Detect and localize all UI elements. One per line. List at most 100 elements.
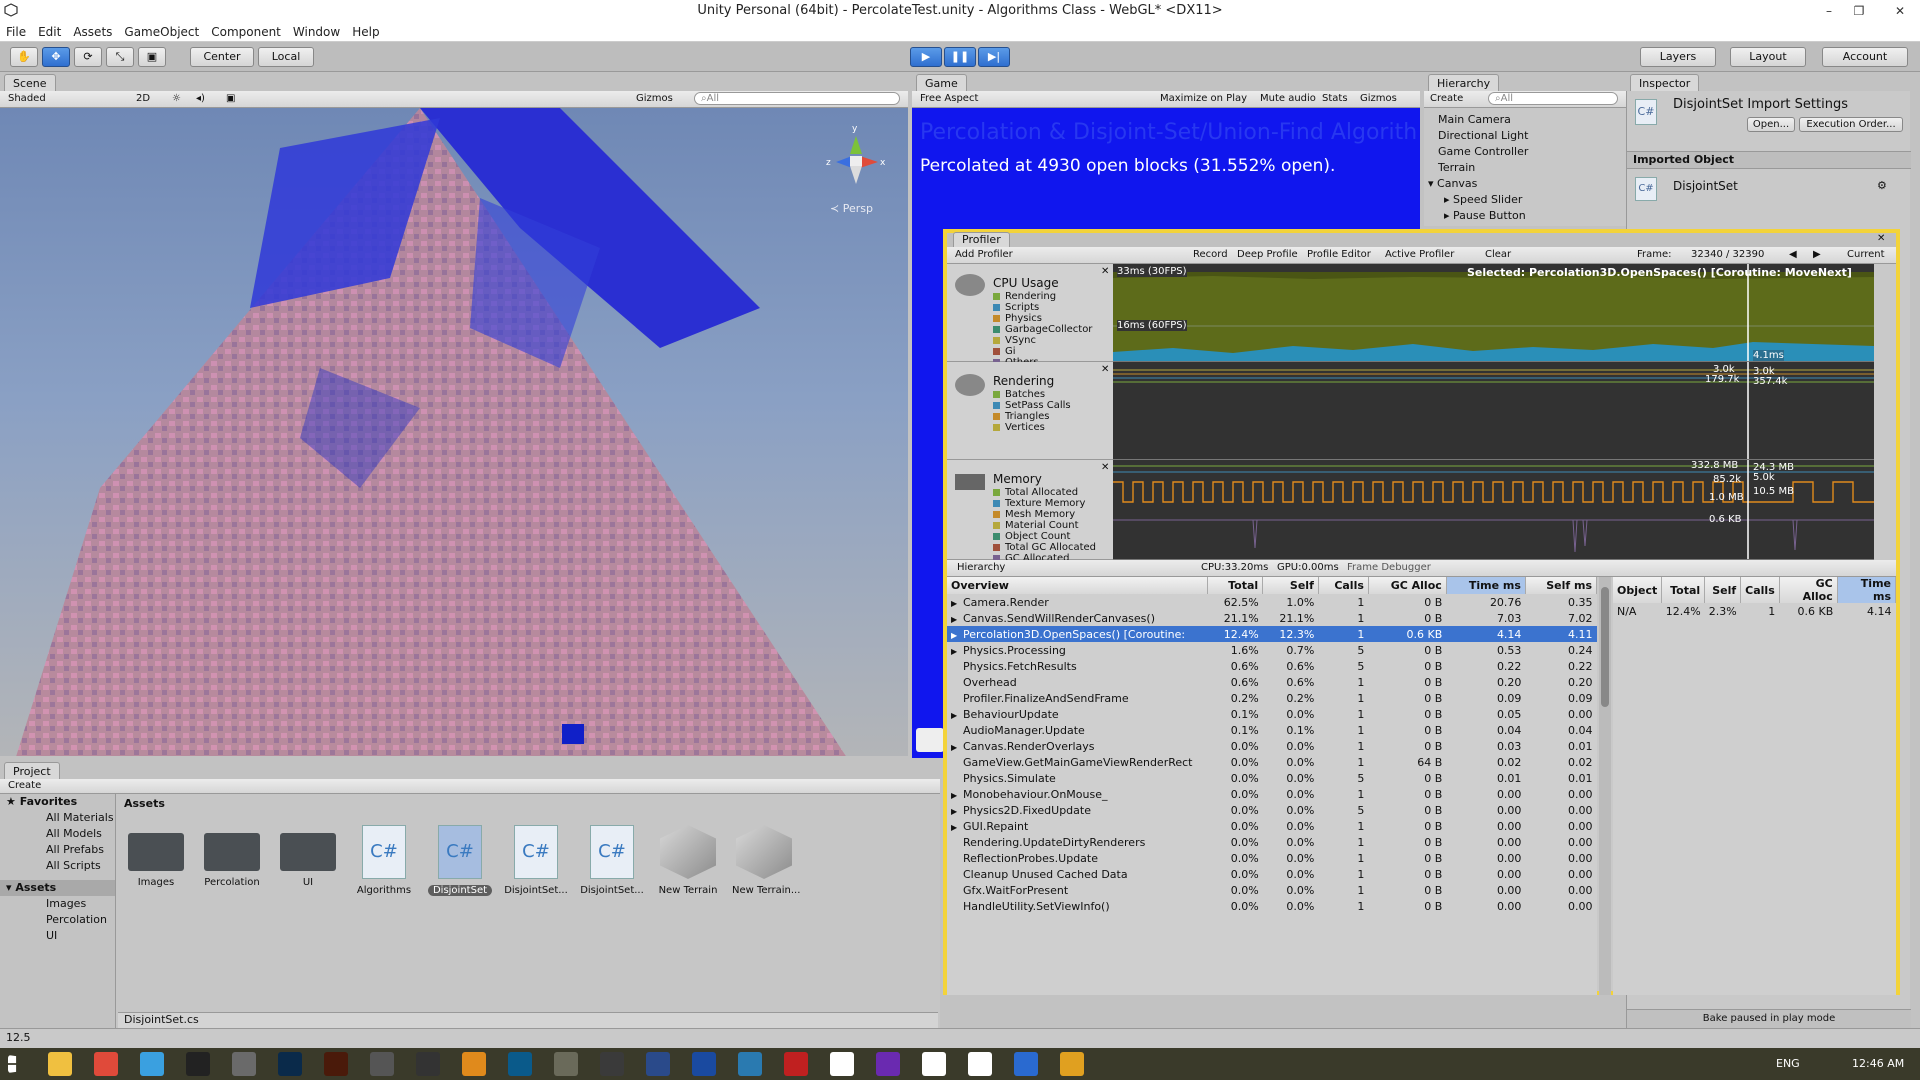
hierarchy-item[interactable]: ▸ Speed Slider	[1444, 192, 1626, 208]
maximize-button[interactable]: ❐	[1844, 0, 1874, 22]
hierarchy-item[interactable]: Directional Light	[1438, 128, 1626, 144]
layers-dropdown[interactable]: Layers	[1640, 47, 1716, 67]
taskbar-app-icon[interactable]	[1060, 1052, 1084, 1076]
profiler-row[interactable]: AudioManager.Update 0.1% 0.1% 1 0 B 0.04 0.04	[947, 722, 1597, 738]
assets-node[interactable]: ▾ Assets	[0, 880, 115, 896]
legend-mesh-memory[interactable]: Mesh Memory	[947, 509, 1113, 520]
profiler-row[interactable]: Physics.FetchResults 0.6% 0.6% 5 0 B 0.22 0.22	[947, 658, 1597, 674]
clear-button[interactable]: Clear	[1485, 247, 1511, 263]
hierarchy-mode-dropdown[interactable]: Hierarchy	[957, 560, 1005, 576]
next-frame-button[interactable]: ▶	[1813, 247, 1821, 263]
asset-folder[interactable]: Percolation	[0, 912, 115, 928]
legend-setpass[interactable]: SetPass Calls	[947, 400, 1113, 411]
move-tool-icon[interactable]: ✥	[42, 47, 70, 67]
taskbar-app-icon[interactable]	[48, 1052, 72, 1076]
profiler-row[interactable]: ▶ GUI.Repaint 0.0% 0.0% 1 0 B 0.00 0.00	[947, 818, 1597, 834]
profiler-row[interactable]: Profiler.FinalizeAndSendFrame 0.2% 0.2% 1 0 …	[947, 690, 1597, 706]
taskbar-app-icon[interactable]	[324, 1052, 348, 1076]
overview-scrollbar[interactable]	[1599, 577, 1611, 995]
active-profiler-dropdown[interactable]: Active Profiler	[1385, 247, 1454, 263]
favorite-item[interactable]: All Scripts	[0, 858, 115, 874]
hierarchy-item[interactable]: Terrain	[1438, 160, 1626, 176]
asset-item[interactable]: Images	[124, 825, 188, 905]
close-button[interactable]: ✕	[1880, 0, 1920, 22]
taskbar-app-icon[interactable]	[140, 1052, 164, 1076]
taskbar-app-icon[interactable]	[646, 1052, 670, 1076]
legend-total-allocated[interactable]: Total Allocated	[947, 487, 1113, 498]
expand-arrow-icon[interactable]: ▶	[951, 599, 963, 608]
clock[interactable]: 12:46 AM	[1852, 1057, 1904, 1070]
game-gizmos-dropdown[interactable]: Gizmos	[1360, 91, 1397, 107]
taskbar-app-icon[interactable]	[462, 1052, 486, 1076]
profiler-row[interactable]: HandleUtility.SetViewInfo() 0.0% 0.0% 1 0 B 0…	[947, 898, 1597, 914]
taskbar-app-icon[interactable]	[784, 1052, 808, 1076]
menu-window[interactable]: Window	[287, 22, 346, 42]
taskbar-app-icon[interactable]	[232, 1052, 256, 1076]
remove-area-icon[interactable]: ✕	[1101, 364, 1109, 375]
legend-texture-memory[interactable]: Texture Memory	[947, 498, 1113, 509]
mute-audio-toggle[interactable]: Mute audio	[1260, 91, 1316, 107]
legend-object-count[interactable]: Object Count	[947, 531, 1113, 542]
profiler-row[interactable]: ▶ BehaviourUpdate 0.1% 0.0% 1 0 B 0.05 0.00	[947, 706, 1597, 722]
profiler-row[interactable]: Overhead 0.6% 0.6% 1 0 B 0.20 0.20	[947, 674, 1597, 690]
overview-column-header[interactable]: GC Alloc	[1368, 577, 1447, 594]
profiler-row[interactable]: ▶ Canvas.SendWillRenderCanvases() 21.1% 21.…	[947, 610, 1597, 626]
menu-gameobject[interactable]: GameObject	[118, 22, 205, 42]
overview-column-header[interactable]: Time ms	[1446, 577, 1526, 594]
play-button[interactable]: ▶	[910, 47, 942, 67]
scale-tool-icon[interactable]: ⤡	[106, 47, 134, 67]
assets-breadcrumb[interactable]: Assets	[124, 797, 165, 810]
asset-item[interactable]: C# DisjointSet...	[504, 825, 568, 905]
cpu-graph[interactable]: 33ms (30FPS) 16ms (60FPS) Selected: Perc…	[1113, 264, 1874, 362]
profiler-row[interactable]: ▶ Physics2D.FixedUpdate 0.0% 0.0% 5 0 B 0.00 0.…	[947, 802, 1597, 818]
profile-editor-toggle[interactable]: Profile Editor	[1307, 247, 1371, 263]
tab-scene[interactable]: Scene	[4, 74, 56, 92]
maximize-on-play-toggle[interactable]: Maximize on Play	[1160, 91, 1247, 107]
execution-order-button[interactable]: Execution Order...	[1799, 117, 1903, 132]
profiler-row[interactable]: ▶ Percolation3D.OpenSpaces() [Coroutine: 1…	[947, 626, 1597, 642]
detail-column-header[interactable]: Calls	[1740, 577, 1780, 603]
menu-assets[interactable]: Assets	[67, 22, 118, 42]
taskbar-app-icon[interactable]	[876, 1052, 900, 1076]
favorite-item[interactable]: All Materials	[0, 810, 115, 826]
menu-file[interactable]: File	[0, 22, 32, 42]
hierarchy-search-input[interactable]: ⌕All	[1488, 92, 1618, 105]
legend-triangles[interactable]: Triangles	[947, 411, 1113, 422]
cpu-usage-area[interactable]: CPU Usage ✕ Rendering Scripts Physics Ga…	[947, 264, 1113, 368]
scrollbar-thumb[interactable]	[1601, 587, 1609, 707]
pause-button[interactable]: ❚❚	[944, 47, 976, 67]
tab-inspector[interactable]: Inspector	[1630, 74, 1700, 92]
asset-item[interactable]: C# Algorithms	[352, 825, 416, 905]
step-button[interactable]: ▶|	[978, 47, 1010, 67]
taskbar-app-icon[interactable]	[968, 1052, 992, 1076]
hierarchy-item-canvas[interactable]: ▾ Canvas	[1428, 176, 1626, 192]
profiler-row[interactable]: Rendering.UpdateDirtyRenderers 0.0% 0.0% 1 0…	[947, 834, 1597, 850]
taskbar-app-icon[interactable]	[416, 1052, 440, 1076]
expand-arrow-icon[interactable]: ▶	[951, 823, 963, 832]
profiler-row[interactable]: ▶ Camera.Render 62.5% 1.0% 1 0 B 20.76 0.35	[947, 594, 1597, 610]
legend-physics[interactable]: Physics	[947, 313, 1113, 324]
detail-column-header[interactable]: Total	[1661, 577, 1706, 603]
collapsed-arrow-icon[interactable]: ▸	[1444, 193, 1453, 206]
taskbar-app-icon[interactable]	[94, 1052, 118, 1076]
prev-frame-button[interactable]: ◀	[1789, 247, 1797, 263]
current-frame-button[interactable]: Current	[1847, 247, 1885, 263]
profiler-row[interactable]: ReflectionProbes.Update 0.0% 0.0% 1 0 B 0.00 0…	[947, 850, 1597, 866]
remove-area-icon[interactable]: ✕	[1101, 266, 1109, 277]
taskbar-app-icon[interactable]	[1014, 1052, 1038, 1076]
hierarchy-create-dropdown[interactable]: Create	[1430, 91, 1463, 107]
asset-folder[interactable]: Images	[0, 896, 115, 912]
open-button[interactable]: Open...	[1747, 117, 1795, 132]
expand-arrow-icon[interactable]: ▶	[951, 647, 963, 656]
expand-arrow-icon[interactable]: ▶	[951, 743, 963, 752]
expand-arrow-icon[interactable]: ▶	[951, 807, 963, 816]
layout-dropdown[interactable]: Layout	[1730, 47, 1806, 67]
legend-rendering[interactable]: Rendering	[947, 291, 1113, 302]
legend-gi[interactable]: Gi	[947, 346, 1113, 357]
legend-total-gc[interactable]: Total GC Allocated	[947, 542, 1113, 553]
rendering-area[interactable]: Rendering ✕ Batches SetPass Calls Triang…	[947, 362, 1113, 460]
legend-gc[interactable]: GarbageCollector	[947, 324, 1113, 335]
tab-project[interactable]: Project	[4, 762, 60, 780]
overview-column-header[interactable]: Overview	[947, 577, 1208, 594]
overview-column-header[interactable]: Calls	[1318, 577, 1369, 594]
